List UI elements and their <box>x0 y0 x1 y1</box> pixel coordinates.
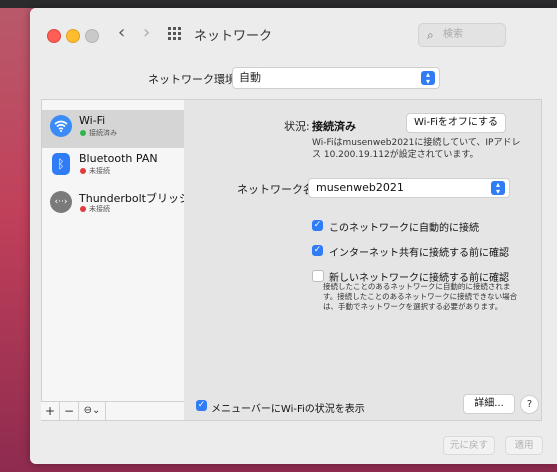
select-arrows-icon: ▴ ▾ <box>491 181 505 196</box>
service-status: 未接続 <box>89 205 110 213</box>
select-arrows-icon: ▴ ▾ <box>421 71 435 86</box>
service-name: Bluetooth PAN <box>79 152 158 165</box>
help-button[interactable]: ? <box>520 395 539 414</box>
apply-button[interactable]: 適用 <box>505 436 543 455</box>
add-service-button[interactable]: + <box>41 402 60 420</box>
show-in-menubar-label: メニューバーにWi-Fiの状況を表示 <box>211 404 365 415</box>
detail-panel: 状況: 接続済み Wi-Fiをオフにする Wi-Fiはmusenweb2021に… <box>184 99 542 421</box>
status-description: Wi-Fiはmusenweb2021に接続していて、IPアドレス 10.200.… <box>312 138 521 160</box>
window-title: ネットワーク <box>194 29 273 44</box>
service-name: Wi-Fi <box>79 114 106 127</box>
show-in-menubar-checkbox[interactable]: ✓ <box>196 400 207 411</box>
service-item-bluetooth-pan[interactable]: ᛒ Bluetooth PAN 未接続 <box>42 148 185 186</box>
ask-new-network-note: 接続したことのあるネットワークに自動的に接続されます。接続したことのあるネットワ… <box>323 282 518 311</box>
show-all-grid-icon[interactable] <box>168 27 181 40</box>
close-window-button[interactable] <box>47 29 61 43</box>
service-item-thunderbolt-bridge[interactable]: ‹··› Thunderboltブリッジ 未接続 <box>42 186 190 224</box>
menu-bar <box>0 0 557 8</box>
status-dot <box>80 130 86 136</box>
network-name-select[interactable]: musenweb2021 ▴ ▾ <box>308 178 510 198</box>
zoom-window-button[interactable] <box>85 29 99 43</box>
bluetooth-icon: ᛒ <box>52 153 70 175</box>
network-preferences-window: ‹ › ネットワーク ⌕ 検索 ネットワーク環境: 自動 ▴ ▾ Wi-Fi 接… <box>30 8 557 464</box>
location-label: ネットワーク環境: <box>148 73 240 86</box>
service-list-controls: + − ⊖⌄ <box>41 401 184 420</box>
status-dot <box>80 206 86 212</box>
service-list: Wi-Fi 接続済み ᛒ Bluetooth PAN 未接続 ‹··› Thun… <box>41 99 190 421</box>
search-field[interactable]: ⌕ 検索 <box>418 23 506 47</box>
location-select[interactable]: 自動 ▴ ▾ <box>232 67 440 89</box>
wifi-icon <box>50 115 72 137</box>
location-value: 自動 <box>239 71 261 84</box>
wifi-off-button[interactable]: Wi-Fiをオフにする <box>406 113 506 133</box>
thunderbolt-bridge-icon: ‹··› <box>50 191 72 213</box>
search-icon: ⌕ <box>427 28 434 42</box>
network-name-label: ネットワーク名: <box>237 183 318 196</box>
status-dot <box>80 168 86 174</box>
search-placeholder: 検索 <box>443 29 463 40</box>
forward-button[interactable]: › <box>143 22 150 43</box>
ask-new-network-checkbox[interactable] <box>312 270 324 282</box>
back-button[interactable]: ‹ <box>118 22 125 43</box>
service-status: 接続済み <box>89 129 117 137</box>
network-name-value: musenweb2021 <box>316 181 404 194</box>
ask-hotspot-label: インターネット共有に接続する前に確認 <box>329 248 509 259</box>
minimize-window-button[interactable] <box>66 29 80 43</box>
ask-hotspot-checkbox[interactable]: ✓ <box>312 245 323 256</box>
auto-join-label: このネットワークに自動的に接続 <box>329 223 479 234</box>
auto-join-checkbox[interactable]: ✓ <box>312 220 323 231</box>
title-bar: ‹ › ネットワーク ⌕ 検索 <box>30 8 557 58</box>
remove-service-button[interactable]: − <box>60 402 79 420</box>
service-status: 未接続 <box>89 167 110 175</box>
service-item-wifi[interactable]: Wi-Fi 接続済み <box>42 110 185 148</box>
revert-button[interactable]: 元に戻す <box>443 436 495 455</box>
advanced-button[interactable]: 詳細... <box>463 394 515 414</box>
action-menu-button[interactable]: ⊖⌄ <box>79 402 106 420</box>
status-value: 接続済み <box>312 120 356 133</box>
status-label: 状況: <box>284 120 310 133</box>
